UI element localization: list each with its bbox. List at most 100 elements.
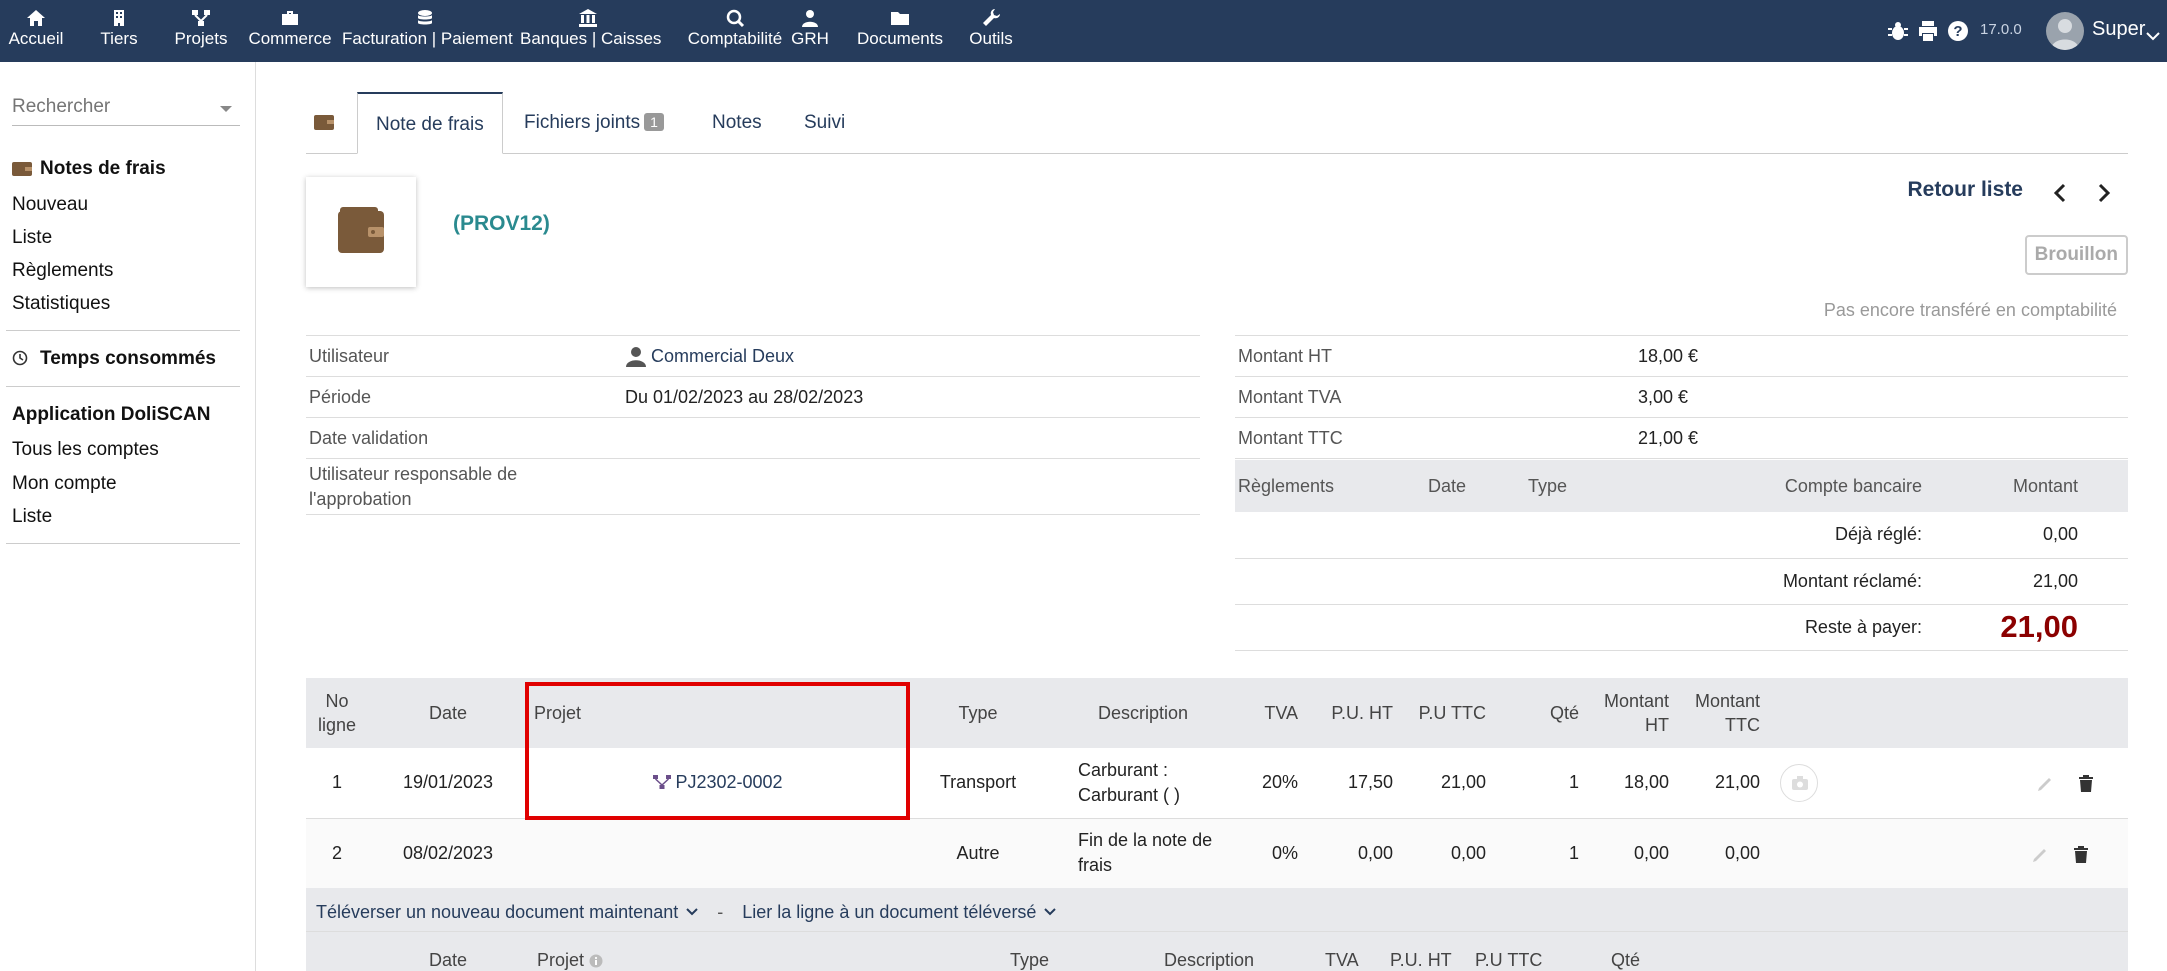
new-col-pu-ttc: P.U TTC <box>1475 950 1543 970</box>
edit-pencil-icon[interactable] <box>2036 773 2054 793</box>
menu-label: GRH <box>791 29 829 48</box>
line-actions <box>1766 748 2128 819</box>
new-col-description: Description <box>1164 950 1255 970</box>
col-reglements: Règlements <box>1235 460 1425 512</box>
line-qty: 1 <box>1492 818 1585 889</box>
amount-label: Montant TTC <box>1235 417 1635 459</box>
svg-text:?: ? <box>1953 23 1962 40</box>
col-actions <box>1766 678 2128 748</box>
new-col-date: Date <box>429 950 468 970</box>
sidebar-item-mon-compte[interactable]: Mon compte <box>12 473 117 495</box>
info-value <box>622 458 1200 515</box>
line-total-ttc: 21,00 <box>1675 748 1766 819</box>
sidebar-item-tous-les-comptes[interactable]: Tous les comptes <box>12 439 159 461</box>
line-pu-ht: 0,00 <box>1304 818 1399 889</box>
sidebar-title-temps-consommes[interactable]: Temps consommés <box>12 348 216 370</box>
project-icon <box>653 772 672 790</box>
menu-documents[interactable]: Documents <box>852 0 948 62</box>
amount-row: Montant TVA 3,00 € <box>1235 376 2128 418</box>
already-paid-row: Déjà réglé: 0,00 <box>1235 512 2128 559</box>
tab-notes[interactable]: Notes <box>694 92 780 154</box>
print-icon[interactable] <box>1916 19 1940 43</box>
sidebar-item-reglements[interactable]: Règlements <box>12 260 113 282</box>
tab-suivi[interactable]: Suivi <box>786 92 863 154</box>
menu-comptabilite[interactable]: Comptabilité <box>668 0 802 62</box>
menu-commerce[interactable]: Commerce <box>248 0 332 62</box>
upload-new-document-link[interactable]: Téléverser un nouveau document maintenan… <box>316 902 698 922</box>
back-to-list-link[interactable]: Retour liste <box>1907 178 2023 202</box>
briefcase-icon <box>248 0 332 30</box>
info-label: Utilisateur responsable de l'approbation <box>306 458 622 515</box>
sidebar-item-nouveau[interactable]: Nouveau <box>12 194 88 216</box>
info-table: Utilisateur Commercial Deux Période Du 0… <box>306 335 1200 515</box>
line-pu-ttc: 21,00 <box>1399 748 1492 819</box>
menu-outils[interactable]: Outils <box>966 0 1016 62</box>
payments-table: Règlements Date Type Compte bancaire Mon… <box>1235 460 2128 651</box>
amount-value: 21,00 € <box>1635 417 2128 459</box>
menu-label: Outils <box>969 29 1013 48</box>
menu-banques[interactable]: Banques | Caisses <box>520 0 661 62</box>
col-type: Type <box>1525 460 1745 512</box>
user-icon <box>790 0 830 30</box>
sidebar-item-liste-doliscan[interactable]: Liste <box>12 506 52 528</box>
previous-arrow-icon[interactable] <box>2050 182 2070 204</box>
menu-accueil[interactable]: Accueil <box>0 0 72 62</box>
search-input[interactable] <box>12 92 212 122</box>
line-total-ht: 18,00 <box>1585 748 1675 819</box>
object-logo <box>306 177 416 287</box>
new-col-vat: TVA <box>1325 950 1359 970</box>
user-name[interactable]: Super <box>2092 18 2145 41</box>
col-pu-ttc: P.U TTC <box>1399 678 1492 748</box>
camera-icon[interactable] <box>1780 763 1818 802</box>
accounting-icon <box>668 0 802 30</box>
remaining-row: Reste à payer: 21,00 <box>1235 604 2128 651</box>
link-uploaded-document-link[interactable]: Lier la ligne à un document téléversé <box>742 902 1057 922</box>
avatar[interactable] <box>2046 12 2084 50</box>
info-value: Du 01/02/2023 au 28/02/2023 <box>622 376 1200 418</box>
col-date: Date <box>1425 460 1525 512</box>
user-avatar-icon <box>625 345 647 367</box>
sidebar-title-label: Temps consommés <box>40 348 216 369</box>
delete-trash-icon[interactable] <box>2077 773 2095 793</box>
line-project: PJ2302-0002 <box>528 748 908 819</box>
line-actions <box>1766 818 2128 889</box>
chevron-down-icon <box>686 888 698 916</box>
upload-document-row: Téléverser un nouveau document maintenan… <box>306 888 2128 932</box>
user-link[interactable]: Commercial Deux <box>651 346 794 366</box>
tab-note-de-frais[interactable]: Note de frais <box>357 92 503 154</box>
chevron-down-icon[interactable] <box>2146 25 2160 41</box>
info-row: Utilisateur responsable de l'approbation <box>306 458 1200 515</box>
caret-down-icon[interactable] <box>220 106 232 112</box>
claimed-label: Montant réclamé: <box>1235 558 1925 605</box>
edit-pencil-icon[interactable] <box>2031 844 2049 864</box>
delete-trash-icon[interactable] <box>2072 844 2090 864</box>
info-row: Période Du 01/02/2023 au 28/02/2023 <box>306 376 1200 418</box>
line-date: 19/01/2023 <box>368 748 528 819</box>
next-arrow-icon[interactable] <box>2094 182 2114 204</box>
already-paid-value: 0,00 <box>1925 512 2128 559</box>
info-label: Date validation <box>306 417 622 459</box>
bug-icon[interactable] <box>1886 19 1910 43</box>
new-col-pu-ht: P.U. HT <box>1390 950 1452 970</box>
col-pu-ht: P.U. HT <box>1304 678 1399 748</box>
sidebar-item-statistiques[interactable]: Statistiques <box>12 293 110 315</box>
already-paid-label: Déjà réglé: <box>1235 512 1925 559</box>
menu-grh[interactable]: GRH <box>790 0 830 62</box>
sidebar-title-doliscan[interactable]: Application DoliSCAN <box>12 404 210 426</box>
sidebar-divider <box>6 386 240 387</box>
help-icon[interactable]: ? <box>1946 19 1970 43</box>
menu-facturation[interactable]: Facturation | Paiement <box>342 0 513 62</box>
wallet-icon <box>338 207 384 253</box>
tab-fichiers-joints[interactable]: Fichiers joints 1 <box>506 92 682 154</box>
project-link[interactable]: PJ2302-0002 <box>675 772 782 792</box>
menu-projets[interactable]: Projets <box>166 0 236 62</box>
search-box[interactable] <box>12 92 240 126</box>
info-value: Commercial Deux <box>622 335 1200 377</box>
info-label: Période <box>306 376 622 418</box>
info-icon[interactable] <box>589 934 603 968</box>
sidebar-title-notes-de-frais[interactable]: Notes de frais <box>12 158 166 180</box>
sidebar-item-liste[interactable]: Liste <box>12 227 52 249</box>
version-label: 17.0.0 <box>1980 21 2022 38</box>
menu-tiers[interactable]: Tiers <box>90 0 148 62</box>
col-description: Description <box>1048 678 1238 748</box>
